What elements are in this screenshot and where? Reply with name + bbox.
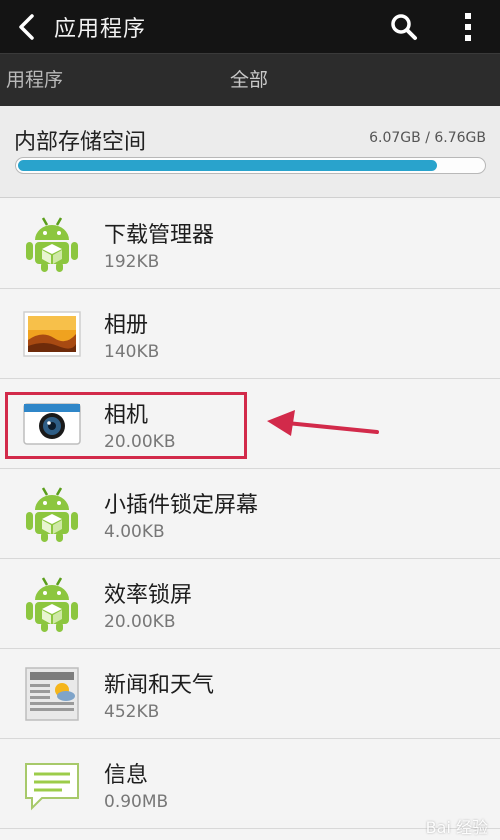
- android-icon: [22, 214, 82, 274]
- app-name: 效率锁屏: [104, 583, 193, 608]
- watermark: Bai 经验: [425, 818, 488, 837]
- news-weather-icon: [22, 664, 82, 724]
- app-size: 140KB: [104, 342, 160, 362]
- tab-strip: 用程序 全部: [0, 53, 500, 106]
- list-item-gallery[interactable]: 相册 140KB: [0, 289, 500, 379]
- storage-progress-bar: [15, 157, 486, 174]
- gallery-icon: [22, 304, 82, 364]
- storage-title: 内部存储空间: [14, 130, 147, 155]
- annotation-arrow-icon: [267, 410, 379, 436]
- app-size: 4.00KB: [104, 522, 165, 542]
- list-item-news-weather[interactable]: 新闻和天气 452KB: [0, 649, 500, 739]
- storage-usage-text: 6.07GB / 6.76GB: [369, 130, 486, 146]
- back-chevron-icon: [19, 13, 34, 40]
- storage-progress-fill: [18, 160, 437, 171]
- search-icon: [391, 13, 417, 40]
- app-size: 452KB: [104, 702, 160, 722]
- android-icon: [22, 484, 82, 544]
- app-name: 相册: [104, 313, 149, 338]
- app-size: 0.90MB: [104, 792, 169, 812]
- app-screen: 应用程序 用程序 全部 内部存储空间 6.07GB / 6.76GB 下载管理器…: [0, 0, 500, 840]
- page-title: 应用程序: [54, 16, 147, 42]
- app-name: 新闻和天气: [104, 673, 215, 698]
- app-size: 192KB: [104, 252, 160, 272]
- tab-all[interactable]: 全部: [230, 54, 268, 107]
- highlight-box: [5, 392, 247, 459]
- list-item-widget-lockscreen[interactable]: 小插件锁定屏幕 4.00KB: [0, 469, 500, 559]
- storage-panel: 内部存储空间 6.07GB / 6.76GB: [0, 106, 500, 198]
- tab-apps[interactable]: 用程序: [6, 54, 63, 107]
- android-icon: [22, 574, 82, 634]
- list-item-download-manager[interactable]: 下载管理器 192KB: [0, 199, 500, 289]
- action-bar: 应用程序: [0, 0, 500, 53]
- overflow-menu-button[interactable]: [436, 0, 500, 53]
- app-name: 下载管理器: [104, 223, 215, 248]
- app-size: 20.00KB: [104, 612, 176, 632]
- message-icon: [22, 754, 82, 814]
- app-name: 小插件锁定屏幕: [104, 493, 259, 518]
- search-button[interactable]: [372, 0, 436, 53]
- overflow-menu-icon: [465, 12, 471, 41]
- back-button[interactable]: [0, 0, 54, 53]
- action-bar-actions: [372, 0, 500, 53]
- list-item-efficient-lockscreen[interactable]: 效率锁屏 20.00KB: [0, 559, 500, 649]
- app-name: 信息: [104, 763, 149, 788]
